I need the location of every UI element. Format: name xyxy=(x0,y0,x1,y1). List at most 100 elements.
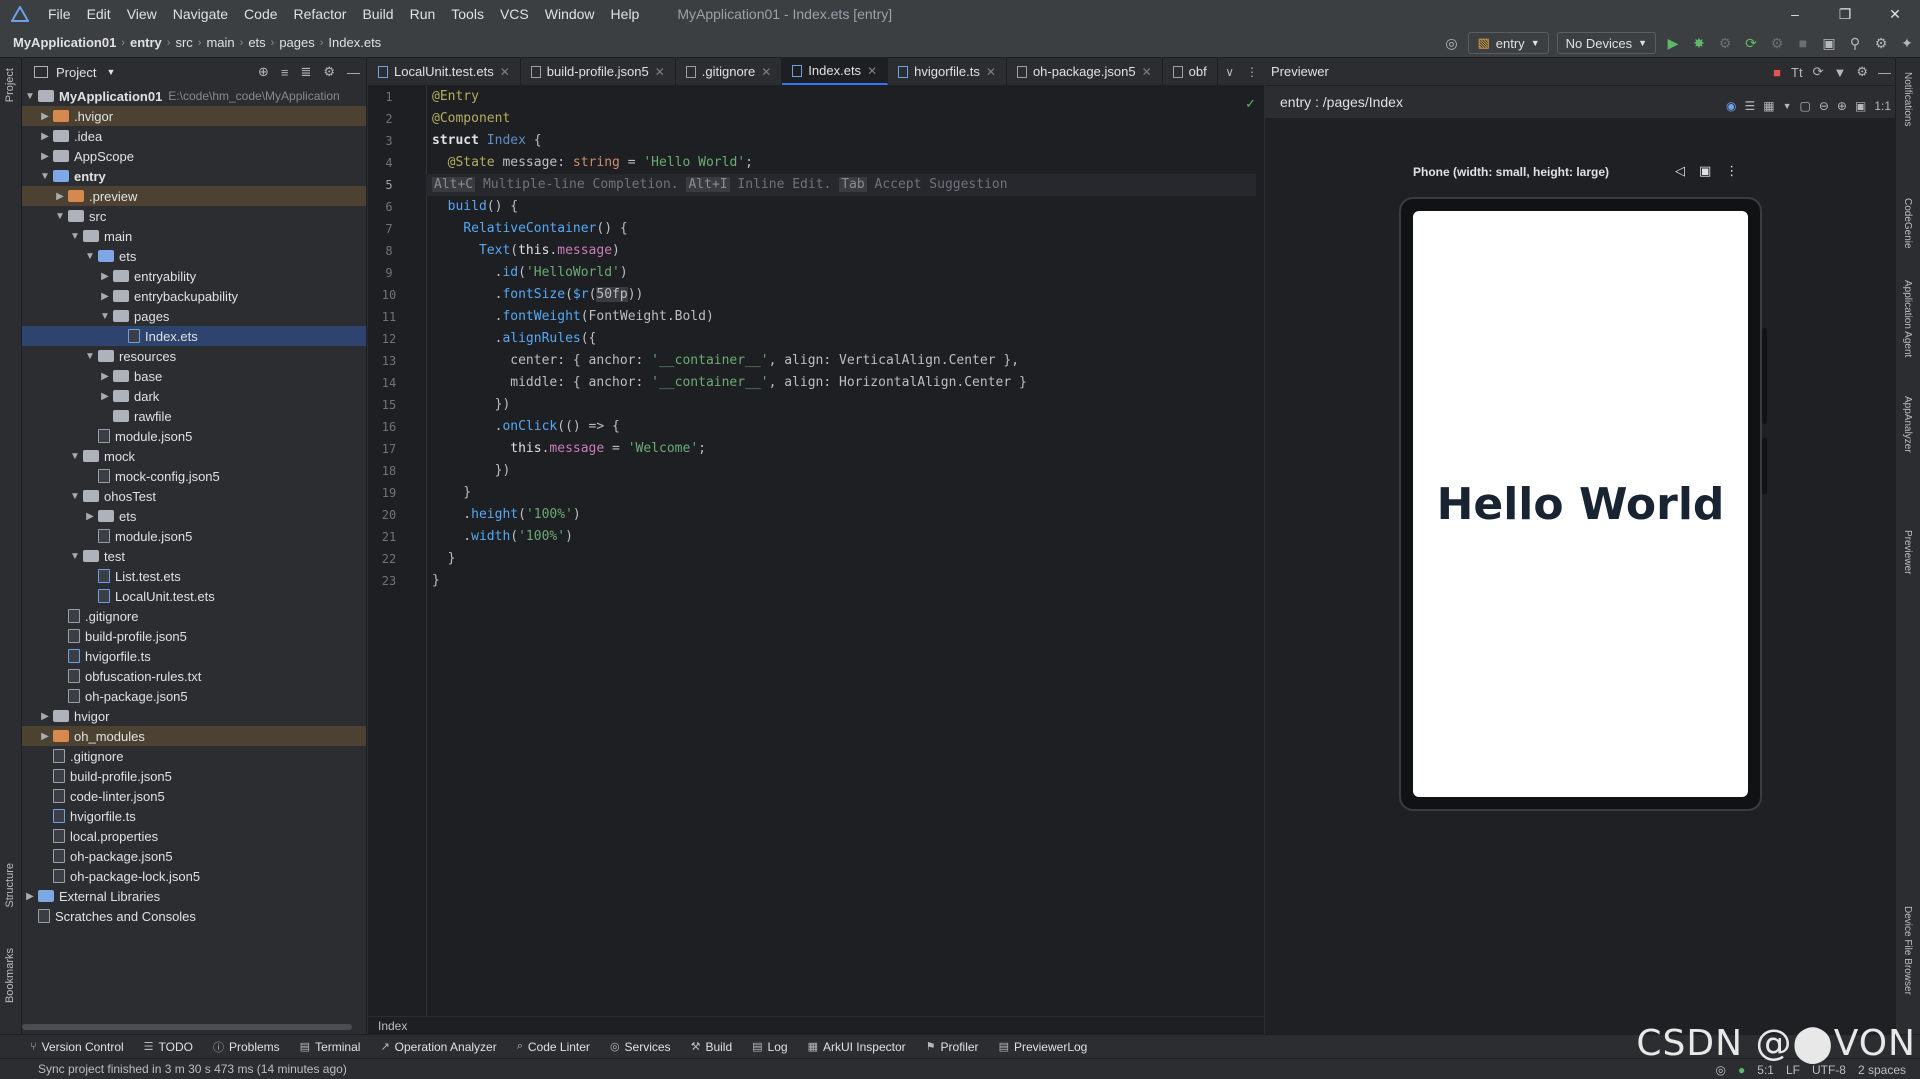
menu-tools[interactable]: Tools xyxy=(443,0,492,28)
chevron-right-icon[interactable]: ▶ xyxy=(97,271,113,282)
tree-item[interactable]: ▶ .hvigor xyxy=(22,106,366,126)
rotate-icon[interactable]: ▣ xyxy=(1699,163,1711,179)
tree-item[interactable]: ▼ main xyxy=(22,226,366,246)
chevron-down-icon[interactable]: ▼ xyxy=(67,451,83,462)
settings-icon[interactable]: ⚙ xyxy=(1856,64,1868,80)
menu-window[interactable]: Window xyxy=(537,0,603,28)
tree-item[interactable]: Scratches and Consoles xyxy=(22,906,366,926)
tree-item[interactable]: oh-package.json5 xyxy=(22,686,366,706)
editor-tab[interactable]: oh-package.json5 ✕ xyxy=(1007,58,1163,85)
tree-item[interactable]: obfuscation-rules.txt xyxy=(22,666,366,686)
menu-build[interactable]: Build xyxy=(354,0,401,28)
menu-help[interactable]: Help xyxy=(603,0,648,28)
editor-tab[interactable]: .gitignore ✕ xyxy=(676,58,783,85)
tree-item[interactable]: ▼ pages xyxy=(22,306,366,326)
close-tab-icon[interactable]: ✕ xyxy=(761,65,771,79)
close-tab-icon[interactable]: ✕ xyxy=(655,65,665,79)
expand-all-icon[interactable]: ≡ xyxy=(281,65,289,80)
tree-item[interactable]: ▼ test xyxy=(22,546,366,566)
file-encoding[interactable]: UTF-8 xyxy=(1812,1063,1846,1077)
tree-item[interactable]: ▶ AppScope xyxy=(22,146,366,166)
fit-screen-icon[interactable]: ▢ xyxy=(1800,99,1811,113)
zoom-out-icon[interactable]: ⊖ xyxy=(1819,99,1829,113)
sync-status-icon[interactable]: ◎ xyxy=(1716,1063,1726,1077)
module-selector[interactable]: ▧ entry ▼ xyxy=(1468,32,1549,54)
tree-item[interactable]: ▶ dark xyxy=(22,386,366,406)
back-icon[interactable]: ◁ xyxy=(1675,163,1685,179)
tree-item[interactable]: ▼ resources xyxy=(22,346,366,366)
menu-view[interactable]: View xyxy=(119,0,165,28)
tree-item[interactable]: module.json5 xyxy=(22,426,366,446)
tree-item[interactable]: build-profile.json5 xyxy=(22,626,366,646)
close-tab-icon[interactable]: ✕ xyxy=(986,65,996,79)
chevron-down-icon[interactable]: ▼ xyxy=(82,251,98,262)
chevron-right-icon[interactable]: ▶ xyxy=(97,391,113,402)
stripe-project[interactable]: Project xyxy=(4,68,16,102)
tree-item[interactable]: ▶ ets xyxy=(22,506,366,526)
stop-preview-icon[interactable]: ■ xyxy=(1773,65,1781,80)
stripe-device-file-browser[interactable]: Device File Browser xyxy=(1902,906,1913,995)
hide-icon[interactable]: — xyxy=(1878,65,1891,80)
chevron-down-icon[interactable]: ▼ xyxy=(82,351,98,362)
tree-item[interactable]: ▼ ets xyxy=(22,246,366,266)
stripe-notifications[interactable]: Notifications xyxy=(1902,72,1913,126)
tree-item[interactable]: ▼ entry xyxy=(22,166,366,186)
tool-window-build[interactable]: ⚒ Build xyxy=(691,1040,733,1054)
close-tab-icon[interactable]: ✕ xyxy=(500,65,510,79)
menu-refactor[interactable]: Refactor xyxy=(286,0,355,28)
menu-vcs[interactable]: VCS xyxy=(492,0,537,28)
tool-window-previewerlog[interactable]: ▤ PreviewerLog xyxy=(999,1040,1088,1054)
close-icon[interactable]: ✕ xyxy=(1870,0,1920,28)
tool-window-version-control[interactable]: ⑂ Version Control xyxy=(30,1040,124,1054)
codegenie-icon[interactable]: ✦ xyxy=(1894,28,1920,58)
chevron-right-icon[interactable]: ▶ xyxy=(37,151,53,162)
tree-item[interactable]: ▶ base xyxy=(22,366,366,386)
tree-item[interactable]: ▶ .idea xyxy=(22,126,366,146)
tree-item[interactable]: ▶ entrybackupability xyxy=(22,286,366,306)
hello-world-text[interactable]: Hello World xyxy=(1437,479,1725,530)
breadcrumb-item[interactable]: MyApplication01 xyxy=(10,35,119,50)
breadcrumb-item[interactable]: entry xyxy=(127,35,165,50)
caret-position[interactable]: 5:1 xyxy=(1757,1063,1774,1077)
apply-changes-icon[interactable]: ⟳ xyxy=(1738,28,1764,58)
chevron-right-icon[interactable]: ▶ xyxy=(52,191,68,202)
stripe-codegenie[interactable]: CodeGenie xyxy=(1902,198,1913,249)
tree-item[interactable]: hvigorfile.ts xyxy=(22,646,366,666)
gear-icon[interactable]: ⚙ xyxy=(323,64,335,80)
multi-device-icon[interactable]: ▦ xyxy=(1763,99,1774,113)
refresh-icon[interactable]: ⟳ xyxy=(1813,64,1824,80)
actual-size-icon[interactable]: ▣ xyxy=(1855,99,1866,113)
attach-debugger-icon[interactable]: ⚙ xyxy=(1712,28,1738,58)
tree-item[interactable]: ▼ ohosTest xyxy=(22,486,366,506)
collapse-all-icon[interactable]: ≣ xyxy=(300,64,311,80)
chevron-right-icon[interactable]: ▶ xyxy=(37,111,53,122)
code-area[interactable]: @Entry @Component struct Index { @State … xyxy=(426,86,1256,1016)
one-to-one-icon[interactable]: 1:1 xyxy=(1874,99,1891,113)
chevron-right-icon[interactable]: ▶ xyxy=(37,711,53,722)
breadcrumb-item[interactable]: ets xyxy=(245,35,268,50)
tree-item[interactable]: oh-package-lock.json5 xyxy=(22,866,366,886)
tree-item[interactable]: local.properties xyxy=(22,826,366,846)
device-selector[interactable]: No Devices ▼ xyxy=(1556,32,1656,54)
chevron-down-icon[interactable]: ▼ xyxy=(1783,101,1792,111)
chevron-down-icon[interactable]: ▼ xyxy=(97,311,113,322)
stripe-appanalyzer[interactable]: AppAnalyzer xyxy=(1902,396,1913,453)
inspector-icon[interactable]: ▼ xyxy=(1833,65,1846,80)
tree-item[interactable]: rawfile xyxy=(22,406,366,426)
chevron-down-icon[interactable]: ▼ xyxy=(52,211,68,222)
more-options-icon[interactable]: ⋮ xyxy=(1725,163,1738,179)
breadcrumb-item[interactable]: pages xyxy=(276,35,317,50)
editor-tab[interactable]: obf xyxy=(1163,58,1218,85)
layers-icon[interactable]: ☰ xyxy=(1744,99,1755,113)
search-icon[interactable]: ⚲ xyxy=(1842,28,1868,58)
device-manager-icon[interactable]: ▣ xyxy=(1816,28,1842,58)
tree-item[interactable]: ▶ entryability xyxy=(22,266,366,286)
tool-window-terminal[interactable]: ▤ Terminal xyxy=(300,1040,361,1054)
locate-icon[interactable]: ⊕ xyxy=(258,64,269,80)
tool-window-todo[interactable]: ☰ TODO xyxy=(144,1040,193,1054)
tree-root[interactable]: ▼ MyApplication01 E:\code\hm_code\MyAppl… xyxy=(22,86,366,106)
chevron-right-icon[interactable]: ▶ xyxy=(82,511,98,522)
codegenie-status-icon[interactable]: ● xyxy=(1738,1063,1745,1077)
tool-window-problems[interactable]: ⓘ Problems xyxy=(213,1039,280,1055)
tree-item[interactable]: ▶ oh_modules xyxy=(22,726,366,746)
